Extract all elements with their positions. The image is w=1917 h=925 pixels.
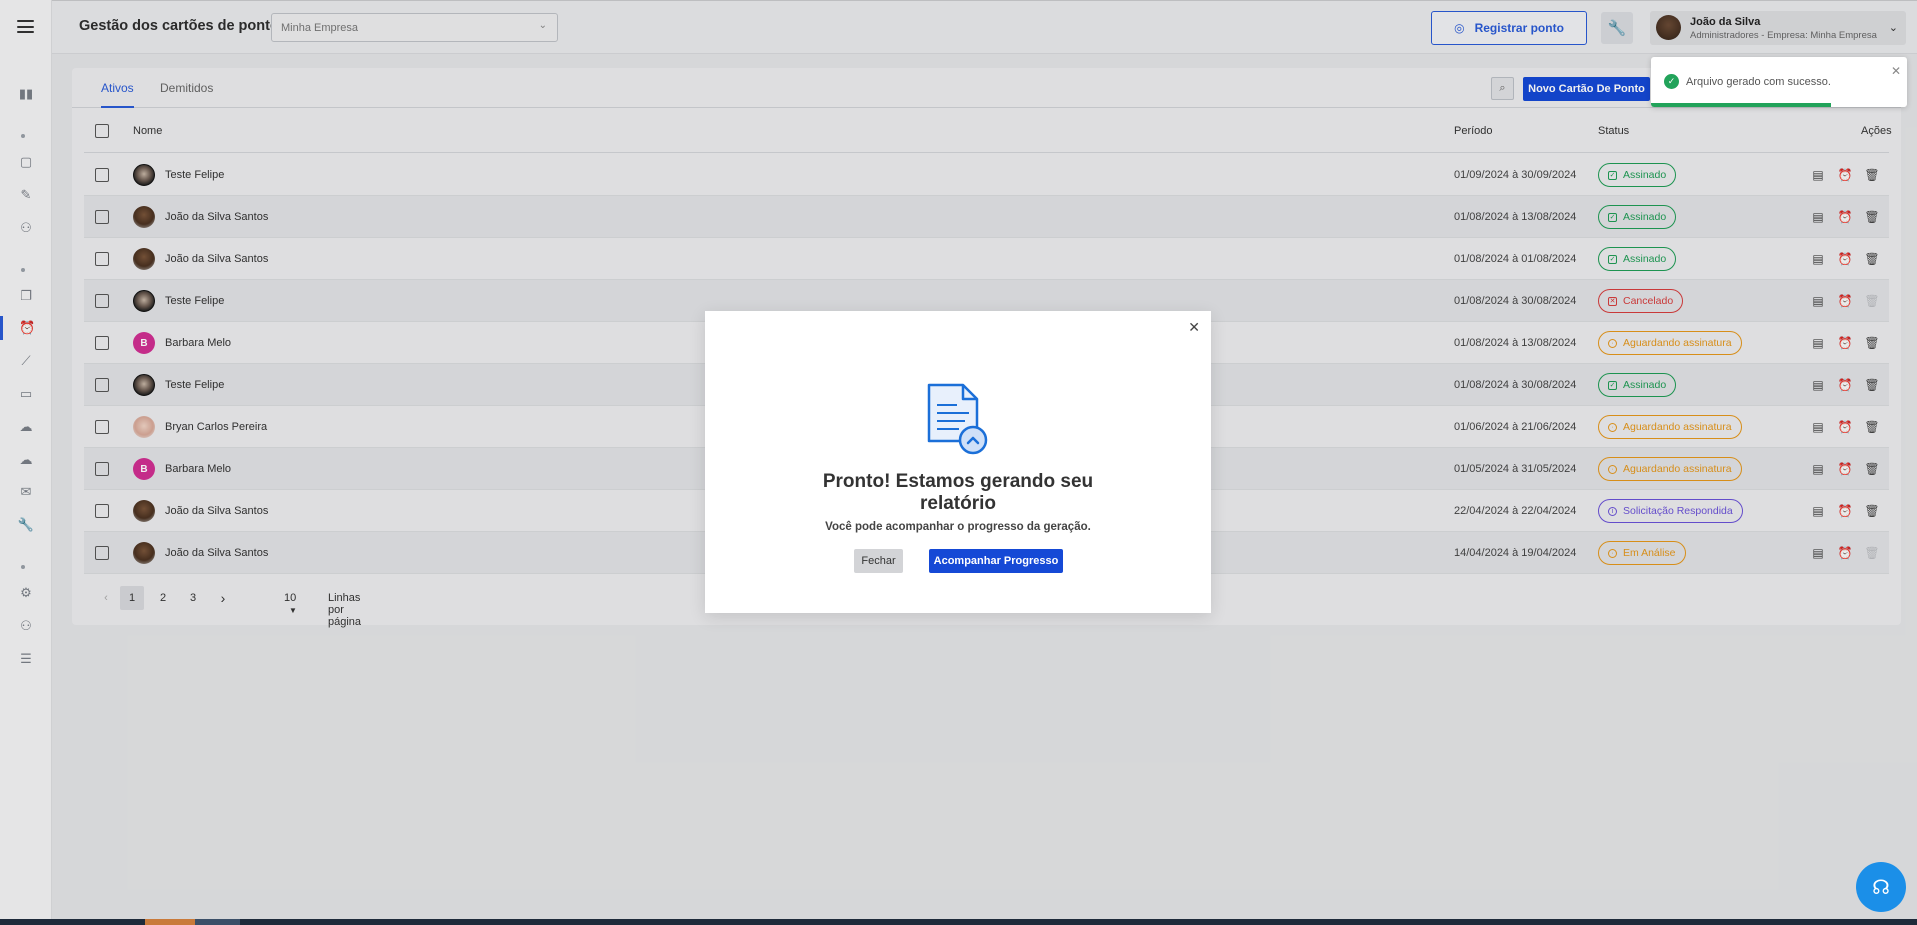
taskbar-item[interactable] — [195, 919, 240, 925]
close-icon[interactable]: ✕ — [1891, 64, 1901, 78]
acompanhar-progresso-button[interactable]: Acompanhar Progresso — [929, 549, 1063, 573]
taskbar-item[interactable] — [145, 919, 195, 925]
help-button[interactable]: ☊ — [1856, 862, 1906, 912]
report-modal: ✕ Pronto! Estamos gerando seu relatório … — [705, 311, 1211, 613]
document-upload-icon — [927, 383, 988, 455]
toast-message: Arquivo gerado com sucesso. — [1686, 76, 1831, 88]
toast-progress-bar — [1651, 103, 1831, 107]
fechar-button[interactable]: Fechar — [854, 549, 903, 573]
modal-title: Pronto! Estamos gerando seu relatório — [822, 471, 1094, 514]
taskbar — [0, 919, 1917, 925]
modal-subtitle: Você pode acompanhar o progresso da gera… — [825, 521, 1091, 533]
check-circle-icon: ✓ — [1664, 74, 1679, 89]
success-toast: ✓ Arquivo gerado com sucesso. ✕ — [1651, 57, 1907, 107]
support-agent-icon: ☊ — [1872, 876, 1890, 899]
close-icon[interactable]: ✕ — [1188, 319, 1200, 336]
